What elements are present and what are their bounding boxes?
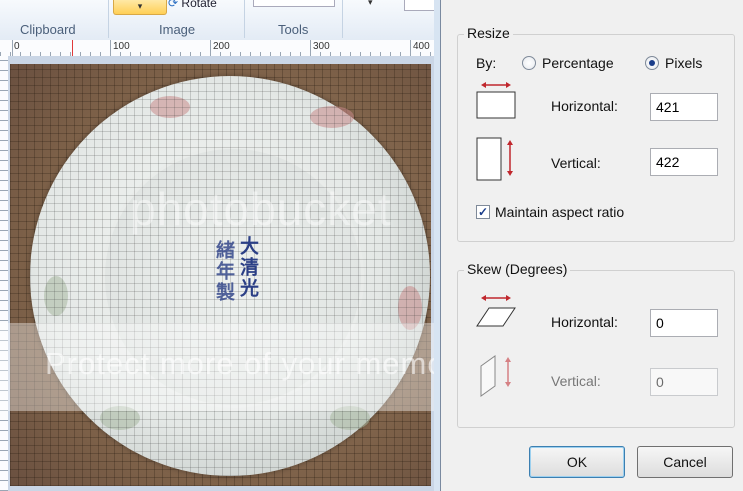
reign-mark-text: 大清光 <box>237 236 259 299</box>
ruler-label: 100 <box>113 41 130 52</box>
resize-horizontal-label: Horizontal: <box>551 98 618 114</box>
maintain-aspect-checkbox[interactable]: ✓ <box>476 205 490 219</box>
ruler-major-tick <box>310 40 311 56</box>
ruler-major-tick <box>12 40 13 56</box>
skew-vertical-icon <box>480 355 511 397</box>
skew-vertical-input[interactable] <box>650 368 718 396</box>
ruler-major-tick <box>110 40 111 56</box>
group-label-clipboard: Clipboard <box>20 22 76 37</box>
group-label-image: Image <box>159 22 196 37</box>
ruler-cursor-marker <box>72 40 73 56</box>
ruler-label: 300 <box>313 41 330 52</box>
ribbon-separator <box>108 0 109 38</box>
rotate-icon: ⟳ <box>168 0 179 10</box>
ruler-label: 200 <box>213 41 230 52</box>
maintain-aspect-label[interactable]: Maintain aspect ratio <box>495 204 624 220</box>
canvas-image[interactable]: 大清光 緒年製 <box>10 64 431 486</box>
resize-horizontal-icon <box>476 82 516 119</box>
rotate-button[interactable]: ⟳ Rotate <box>168 0 217 10</box>
shapes-gallery[interactable] <box>253 0 335 7</box>
chevron-down-icon: ▾ <box>368 0 373 7</box>
chevron-down-icon: ▾ <box>137 1 143 11</box>
ribbon-separator <box>244 0 245 38</box>
cancel-button[interactable]: Cancel <box>637 446 733 478</box>
ok-button[interactable]: OK <box>529 446 625 478</box>
resize-skew-dialog: Resize By: Percentage Pixels Horizontal:… <box>440 0 743 491</box>
resize-group-title: Resize <box>464 25 513 41</box>
pixels-radio[interactable] <box>645 56 659 70</box>
resize-horizontal-input[interactable] <box>650 93 718 121</box>
rotate-label: Rotate <box>181 0 217 10</box>
horizontal-ruler: 0 100 200 300 400 <box>0 40 440 57</box>
ruler-label: 0 <box>14 41 20 52</box>
group-label-tools: Tools <box>278 22 309 37</box>
skew-horizontal-label: Horizontal: <box>551 314 618 330</box>
ribbon-separator <box>342 0 343 38</box>
skew-horizontal-icon <box>476 295 516 327</box>
reign-mark-text: 緒年製 <box>213 240 235 303</box>
resize-vertical-icon <box>476 137 513 181</box>
skew-horizontal-input[interactable] <box>650 309 718 337</box>
ruler-label: 400 <box>413 41 430 52</box>
select-dropdown-button[interactable]: ▾ <box>113 0 167 15</box>
percentage-label[interactable]: Percentage <box>542 55 614 71</box>
pixels-label[interactable]: Pixels <box>665 55 702 71</box>
ruler-major-tick <box>210 40 211 56</box>
ruler-major-tick <box>410 40 411 56</box>
resize-vertical-label: Vertical: <box>551 155 601 171</box>
tools-dropdown-button[interactable]: ▾ <box>368 0 373 8</box>
skew-group-title: Skew (Degrees) <box>464 261 571 277</box>
ribbon-shape-outline-button[interactable] <box>404 0 436 11</box>
ribbon: ▾ ⟳ Rotate ▾ Clipboard Image Tools <box>0 0 440 41</box>
resize-vertical-input[interactable] <box>650 148 718 176</box>
percentage-radio[interactable] <box>522 56 536 70</box>
skew-vertical-label: Vertical: <box>551 373 601 389</box>
resize-by-label: By: <box>476 55 497 71</box>
photobucket-watermark: photobucket <box>130 183 392 235</box>
